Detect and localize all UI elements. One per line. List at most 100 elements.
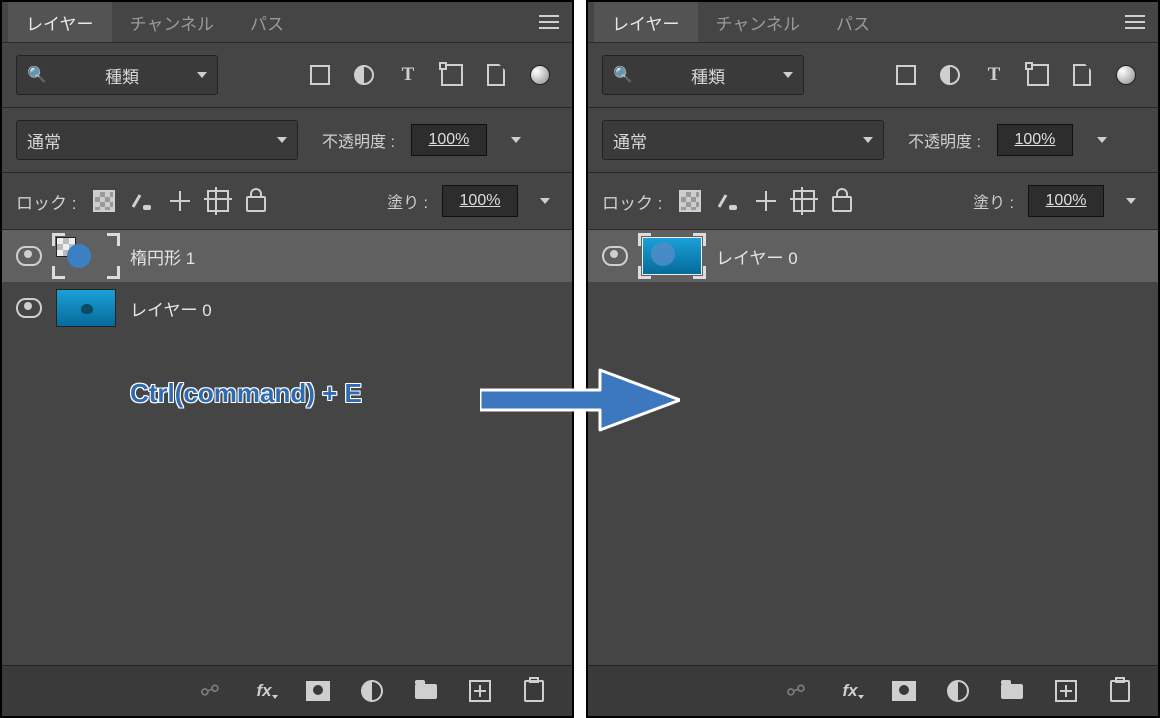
artboard-icon [793, 190, 815, 212]
trash-icon [1110, 680, 1130, 702]
chevron-down-icon [863, 137, 873, 143]
text-icon: T [988, 64, 1001, 86]
filter-row: 🔍 種類 T [588, 43, 1158, 108]
lock-all-button[interactable] [244, 189, 268, 213]
layer-item[interactable]: 楕円形 1 [2, 230, 572, 282]
link-icon: ⚯ [197, 676, 223, 707]
layers-panel-after: レイヤー チャンネル パス 🔍 種類 T 通常 [586, 0, 1160, 718]
delete-layer-button[interactable] [522, 679, 546, 703]
lock-all-button[interactable] [830, 189, 854, 213]
filter-smart-icon[interactable] [1070, 63, 1094, 87]
delete-layer-button[interactable] [1108, 679, 1132, 703]
search-icon: 🔍 [27, 65, 47, 85]
tab-bar: レイヤー チャンネル パス [588, 2, 1158, 43]
layer-style-button[interactable]: fx [838, 679, 862, 703]
layer-item[interactable]: レイヤー 0 [2, 282, 572, 334]
lock-paint-button[interactable] [716, 189, 740, 213]
add-mask-button[interactable] [892, 679, 916, 703]
lock-icon [832, 196, 852, 212]
tab-channels[interactable]: チャンネル [698, 2, 819, 42]
filter-toggle[interactable] [1114, 63, 1138, 87]
eye-icon [602, 246, 628, 266]
visibility-toggle[interactable] [16, 298, 42, 318]
lock-artboard-button[interactable] [792, 189, 816, 213]
fill-value[interactable]: 100% [442, 185, 518, 217]
new-group-button[interactable] [1000, 679, 1024, 703]
transparency-lock-icon [679, 190, 701, 212]
layer-name: 楕円形 1 [130, 244, 195, 269]
filter-smart-icon[interactable] [484, 63, 508, 87]
visibility-toggle[interactable] [16, 246, 42, 266]
layer-thumbnail[interactable] [642, 237, 702, 275]
add-adjustment-button[interactable] [946, 679, 970, 703]
opacity-label: 不透明度 : [322, 128, 395, 152]
add-mask-button[interactable] [306, 679, 330, 703]
filter-type-dropdown[interactable]: 🔍 種類 [602, 55, 804, 95]
opacity-chevron[interactable] [1089, 124, 1115, 156]
link-icon: ⚯ [783, 676, 809, 707]
lock-pixels-button[interactable] [92, 189, 116, 213]
layer-bottom-toolbar: ⚯ fx [588, 665, 1158, 716]
panel-menu-button[interactable] [534, 2, 564, 42]
lock-pixels-button[interactable] [678, 189, 702, 213]
filter-toggle[interactable] [528, 63, 552, 87]
new-layer-button[interactable] [468, 679, 492, 703]
brush-icon [133, 192, 151, 210]
filter-row: 🔍 種類 T [2, 43, 572, 108]
new-layer-button[interactable] [1054, 679, 1078, 703]
toggle-icon [530, 65, 550, 85]
lock-row: ロック : 塗り : 100% [2, 173, 572, 230]
tab-layers[interactable]: レイヤー [8, 2, 112, 42]
fill-chevron[interactable] [532, 185, 558, 217]
opacity-value[interactable]: 100% [411, 124, 487, 156]
blend-mode-dropdown[interactable]: 通常 [16, 120, 298, 160]
panel-menu-button[interactable] [1120, 2, 1150, 42]
layer-name: レイヤー 0 [716, 244, 798, 269]
lock-position-button[interactable] [754, 189, 778, 213]
folder-icon [415, 684, 437, 699]
fill-chevron[interactable] [1118, 185, 1144, 217]
layer-item[interactable]: レイヤー 0 [588, 230, 1158, 282]
fill-label: 塗り : [387, 189, 428, 213]
adjustment-icon [947, 680, 969, 702]
blend-mode-dropdown[interactable]: 通常 [602, 120, 884, 160]
fill-value[interactable]: 100% [1028, 185, 1104, 217]
folder-icon [1001, 684, 1023, 699]
opacity-chevron[interactable] [503, 124, 529, 156]
photo-thumb-icon [56, 289, 116, 327]
lock-position-button[interactable] [168, 189, 192, 213]
filter-shape-icon[interactable] [440, 63, 464, 87]
shape-icon [1027, 64, 1049, 86]
filter-type-t-icon[interactable]: T [396, 63, 420, 87]
filter-adjust-icon[interactable] [352, 63, 376, 87]
lock-artboard-button[interactable] [206, 189, 230, 213]
layer-thumbnail[interactable] [56, 289, 116, 327]
filter-adjust-icon[interactable] [938, 63, 962, 87]
layer-thumbnail[interactable] [56, 237, 116, 275]
visibility-toggle[interactable] [602, 246, 628, 266]
add-adjustment-button[interactable] [360, 679, 384, 703]
tab-paths[interactable]: パス [232, 2, 302, 42]
lock-row: ロック : 塗り : 100% [588, 173, 1158, 230]
new-group-button[interactable] [414, 679, 438, 703]
fx-icon: fx [842, 681, 857, 701]
layer-list: レイヤー 0 [588, 230, 1158, 282]
lock-paint-button[interactable] [130, 189, 154, 213]
link-layers-button[interactable]: ⚯ [198, 679, 222, 703]
filter-shape-icon[interactable] [1026, 63, 1050, 87]
filter-type-dropdown[interactable]: 🔍 種類 [16, 55, 218, 95]
layers-panel-before: レイヤー チャンネル パス 🔍 種類 T 通常 [0, 0, 574, 718]
layer-style-button[interactable]: fx [252, 679, 276, 703]
filter-pixel-icon[interactable] [308, 63, 332, 87]
opacity-value[interactable]: 100% [997, 124, 1073, 156]
tab-paths[interactable]: パス [818, 2, 888, 42]
filter-type-t-icon[interactable]: T [982, 63, 1006, 87]
new-layer-icon [1055, 680, 1077, 702]
tab-bar: レイヤー チャンネル パス [2, 2, 572, 43]
filter-pixel-icon[interactable] [894, 63, 918, 87]
layer-bottom-toolbar: ⚯ fx [2, 665, 572, 716]
layer-list: 楕円形 1 レイヤー 0 [2, 230, 572, 334]
tab-layers[interactable]: レイヤー [594, 2, 698, 42]
link-layers-button[interactable]: ⚯ [784, 679, 808, 703]
tab-channels[interactable]: チャンネル [112, 2, 233, 42]
